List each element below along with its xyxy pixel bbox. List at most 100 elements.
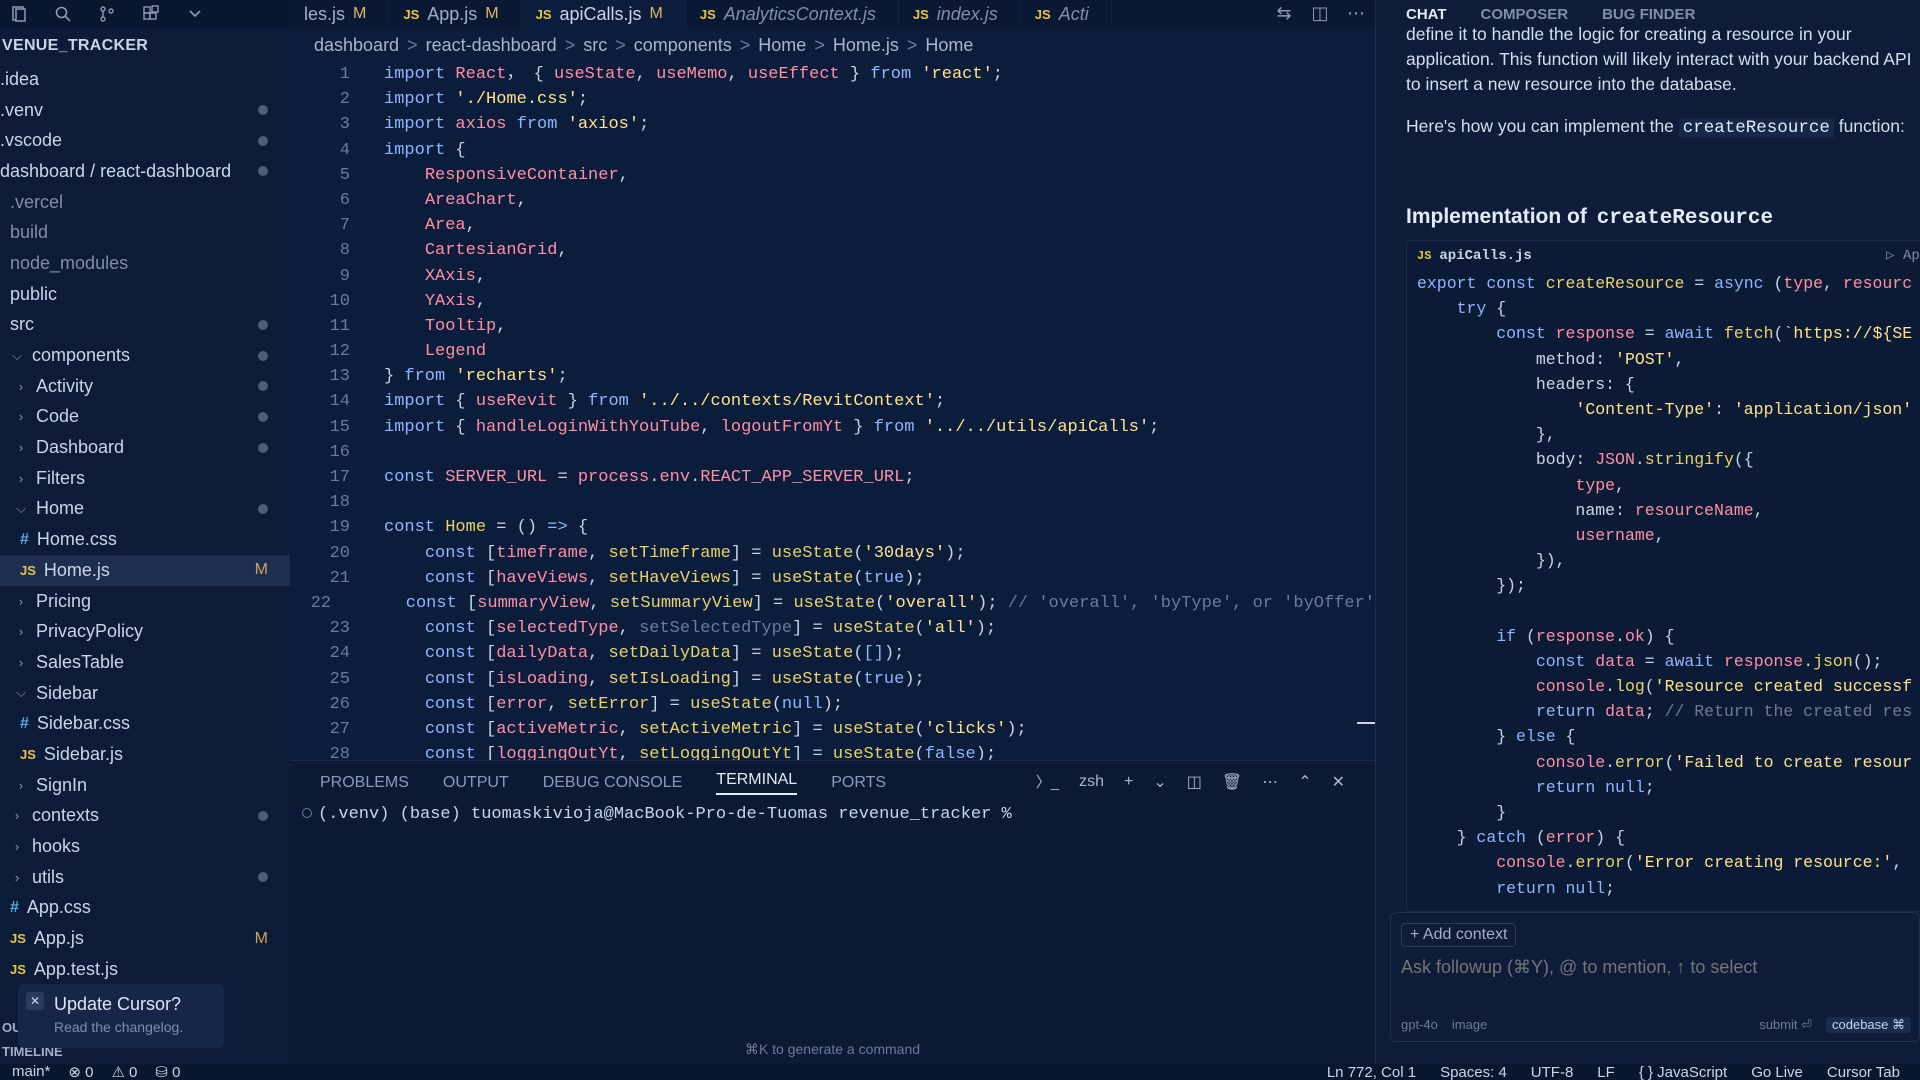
encoding[interactable]: UTF-8 xyxy=(1531,1064,1574,1080)
tree-item[interactable]: JS App.js M xyxy=(0,923,290,954)
tree-item-label[interactable]: Home.js xyxy=(44,560,110,581)
editor-tab[interactable]: JS index.js xyxy=(899,0,1021,28)
tree-item[interactable]: node_modules xyxy=(0,248,290,279)
tree-item-label[interactable]: Activity xyxy=(36,376,93,397)
chevron-right-icon[interactable]: › xyxy=(10,870,24,885)
tree-item-label[interactable]: App.css xyxy=(27,897,91,918)
go-live-button[interactable]: Go Live xyxy=(1751,1064,1803,1080)
breadcrumb-item[interactable]: Home xyxy=(758,35,806,56)
editor-tab[interactable]: JS AnalyticsContext.js xyxy=(686,0,899,28)
breadcrumb-item[interactable]: Home xyxy=(925,35,973,56)
tab-label[interactable]: index.js xyxy=(937,4,998,25)
chevron-right-icon[interactable]: › xyxy=(14,778,28,793)
tree-item-label[interactable]: node_modules xyxy=(10,253,128,274)
tree-item-label[interactable]: SalesTable xyxy=(36,652,124,673)
breadcrumb-item[interactable]: components xyxy=(634,35,732,56)
tree-item-label[interactable]: SignIn xyxy=(36,775,87,796)
codebase-button[interactable]: codebase ⌘ xyxy=(1826,1017,1911,1033)
tree-item-label[interactable]: src xyxy=(10,314,34,335)
maximize-panel-icon[interactable]: ⌃ xyxy=(1298,772,1311,792)
tree-item-label[interactable]: Sidebar.js xyxy=(44,744,123,765)
files-icon[interactable] xyxy=(10,5,28,23)
chevron-down-icon[interactable]: ⌵ xyxy=(10,348,24,364)
split-terminal-icon[interactable]: ◫ xyxy=(1187,772,1202,792)
code-editor[interactable]: 1 import React， { useState, useMemo, useE… xyxy=(290,62,1375,760)
tree-item[interactable]: › PrivacyPolicy xyxy=(0,616,290,647)
add-terminal-icon[interactable]: + xyxy=(1124,773,1133,791)
tree-item-label[interactable]: Code xyxy=(36,406,79,427)
tree-item-label[interactable]: .venv xyxy=(0,100,43,121)
chevron-right-icon[interactable]: › xyxy=(14,471,28,486)
chevron-right-icon[interactable]: › xyxy=(14,409,28,424)
tree-item-label[interactable]: hooks xyxy=(32,836,80,857)
tree-item[interactable]: › Pricing xyxy=(0,586,290,617)
breadcrumb-item[interactable]: Home.js xyxy=(833,35,899,56)
tree-item-label[interactable]: components xyxy=(32,345,130,366)
tree-item-label[interactable]: utils xyxy=(32,867,64,888)
tree-item-label[interactable]: contexts xyxy=(32,805,99,826)
warnings-indicator[interactable]: ⚠ 0 xyxy=(111,1063,137,1080)
trash-icon[interactable]: 🗑 xyxy=(1222,772,1242,792)
tree-item[interactable]: # App.css xyxy=(0,893,290,924)
tree-item-label[interactable]: dashboard / react-dashboard xyxy=(0,161,231,182)
editor-tab[interactable]: JS apiCalls.js M xyxy=(521,0,686,28)
tree-item[interactable]: src xyxy=(0,310,290,341)
git-compare-icon[interactable]: ⇆ xyxy=(1275,3,1293,23)
tree-item-label[interactable]: App.test.js xyxy=(34,959,118,980)
chevron-down-icon[interactable]: ⌄ xyxy=(1153,772,1166,792)
editor-tab[interactable]: les.js M xyxy=(290,0,390,28)
chevron-right-icon[interactable]: › xyxy=(14,440,28,455)
search-icon[interactable] xyxy=(54,5,72,23)
toast-title[interactable]: Update Cursor? xyxy=(54,994,212,1015)
chevron-right-icon[interactable]: › xyxy=(14,624,28,639)
tree-item[interactable]: .vscode xyxy=(0,125,290,156)
chat-tab[interactable]: BUG FINDER xyxy=(1602,6,1695,23)
chevron-down-icon[interactable] xyxy=(186,5,204,23)
tree-item-label[interactable]: .idea xyxy=(0,69,39,90)
chevron-down-icon[interactable]: ⌵ xyxy=(14,685,28,701)
tree-item[interactable]: ⌵ components xyxy=(0,340,290,371)
tree-item[interactable]: › contexts xyxy=(0,801,290,832)
chevron-right-icon[interactable]: › xyxy=(14,655,28,670)
chevron-right-icon[interactable]: › xyxy=(10,839,24,854)
extensions-icon[interactable] xyxy=(142,5,160,23)
tree-item[interactable]: .vercel xyxy=(0,187,290,218)
tree-item[interactable]: build xyxy=(0,217,290,248)
close-icon[interactable]: ✕ xyxy=(26,992,44,1010)
tree-item[interactable]: › utils xyxy=(0,862,290,893)
tree-item[interactable]: .idea xyxy=(0,64,290,95)
tree-item[interactable]: .venv xyxy=(0,95,290,126)
tree-item[interactable]: ⌵ Sidebar xyxy=(0,678,290,709)
breadcrumb-item[interactable]: src xyxy=(583,35,607,56)
tree-item[interactable]: # Sidebar.css xyxy=(0,708,290,739)
editor-tab[interactable]: JS Acti xyxy=(1021,0,1112,28)
tree-item-label[interactable]: App.js xyxy=(34,928,84,949)
split-editor-icon[interactable]: ◫ xyxy=(1311,3,1329,23)
panel-tab[interactable]: OUTPUT xyxy=(443,774,509,792)
branch-indicator[interactable]: main* xyxy=(12,1063,50,1080)
tab-label[interactable]: Acti xyxy=(1059,4,1089,25)
model-selector[interactable]: gpt-4o xyxy=(1401,1017,1438,1033)
tree-item[interactable]: # Home.css xyxy=(0,524,290,555)
panel-tab[interactable]: PROBLEMS xyxy=(320,774,409,792)
cursor-position[interactable]: Ln 772, Col 1 xyxy=(1327,1064,1416,1080)
tree-item-label[interactable]: Home xyxy=(36,498,84,519)
tree-item[interactable]: › Activity xyxy=(0,371,290,402)
chat-input-box[interactable]: + Add context gpt-4o image submit ⏎ code… xyxy=(1390,912,1920,1042)
toast-subtitle[interactable]: Read the changelog. xyxy=(54,1019,212,1035)
panel-tab[interactable]: TERMINAL xyxy=(716,771,798,795)
line-ending[interactable]: LF xyxy=(1597,1064,1615,1080)
tree-item-label[interactable]: Dashboard xyxy=(36,437,124,458)
tree-item-label[interactable]: Pricing xyxy=(36,591,91,612)
tab-label[interactable]: App.js xyxy=(427,4,477,25)
terminal-prompt[interactable]: (.venv) (base) tuomaskivioja@MacBook-Pro… xyxy=(290,805,1375,824)
tree-item[interactable]: JS Home.js M xyxy=(0,555,290,586)
shell-label[interactable]: zsh xyxy=(1079,773,1104,791)
tree-item-label[interactable]: Sidebar.css xyxy=(37,713,130,734)
editor-tab[interactable]: JS App.js M xyxy=(389,0,522,28)
tree-item-label[interactable]: public xyxy=(10,284,57,305)
tree-item-label[interactable]: .vscode xyxy=(0,130,62,151)
panel-tab[interactable]: DEBUG CONSOLE xyxy=(543,774,683,792)
tree-item-label[interactable]: build xyxy=(10,222,48,243)
source-control-icon[interactable] xyxy=(98,5,116,23)
